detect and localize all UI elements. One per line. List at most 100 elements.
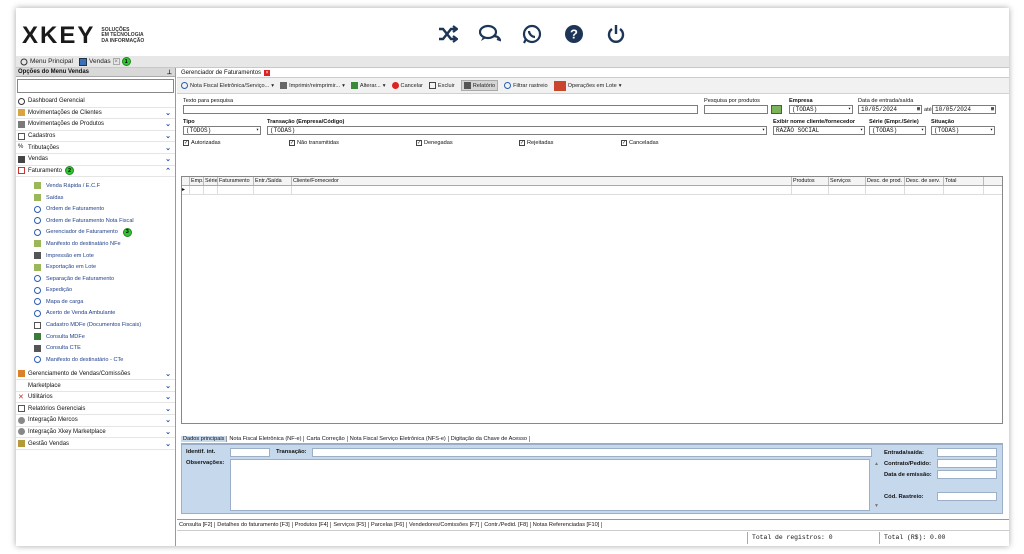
sidebar-item-gerenciador-faturamento[interactable]: Gerenciador de Faturamento 3: [16, 227, 175, 239]
sidebar-item-saidas[interactable]: Saídas: [16, 192, 175, 204]
tab-carta-correcao[interactable]: Carta Correção: [304, 435, 348, 442]
operacoes-lote-button[interactable]: Operações em Lote ▾: [553, 80, 622, 91]
tab-gerenciador-faturamentos[interactable]: Gerenciador de Faturamentos ×: [177, 68, 1009, 78]
nf-eletronica-button[interactable]: Nota Fiscal Eletrônica/Serviço... ▾: [181, 82, 274, 89]
tab-servicos[interactable]: Serviços [F5]: [331, 521, 369, 528]
sidebar-group-dashboard[interactable]: Dashboard Gerencial: [16, 96, 175, 108]
search-icon: [34, 309, 41, 317]
col-produtos[interactable]: Produtos: [792, 177, 829, 185]
sidebar-item-venda-rapida[interactable]: Venda Rápida / E.C.F: [16, 180, 175, 192]
nao-transmitidas-checkbox[interactable]: ✓ Não transmitidas: [289, 140, 339, 146]
sidebar-item-ordem-faturamento[interactable]: Ordem de Faturamento: [16, 203, 175, 215]
cancelar-button[interactable]: Cancelar: [391, 82, 423, 89]
sidebar-item-ordem-faturamento-nf[interactable]: Ordem de Faturamento Nota Fiscal: [16, 215, 175, 227]
col-desc-prod[interactable]: Desc. de prod.: [866, 177, 905, 185]
dropdown-arrow-icon: ▾: [342, 82, 345, 89]
faturamentos-grid[interactable]: Emp. Série Faturamento Entr./Saída Clien…: [181, 176, 1003, 424]
tipo-select[interactable]: (TODOS) ▾: [183, 126, 261, 135]
pesquisa-produtos-input[interactable]: [704, 105, 768, 114]
relatorio-button[interactable]: Relatório: [460, 80, 499, 91]
tab-detalhes-faturamento[interactable]: Detalhes do faturamento [F3]: [215, 521, 293, 528]
serie-select[interactable]: (TODAS) ▾: [869, 126, 926, 135]
col-desc-serv[interactable]: Desc. de serv.: [905, 177, 944, 185]
sidebar-group-tributacoes[interactable]: % Tributações ⌄: [16, 142, 175, 154]
shuffle-icon[interactable]: [436, 22, 460, 46]
col-entr-saida[interactable]: Entr./Saída: [254, 177, 292, 185]
close-icon[interactable]: ×: [112, 58, 120, 65]
data-fim-input[interactable]: 10/05/2024 ▦: [932, 105, 996, 114]
exibir-select[interactable]: RAZÃO SOCIAL ▾: [773, 126, 865, 135]
tab-vendedores[interactable]: Vendedores/Comissões [F7]: [407, 521, 483, 528]
transacao-select[interactable]: (TODAS) ▾: [267, 126, 767, 135]
calendar-icon[interactable]: ▦: [917, 106, 920, 113]
tab-parcelas[interactable]: Parcelas [F6]: [369, 521, 407, 528]
sidebar-group-clientes[interactable]: Movimentações de Clientes ⌄: [16, 108, 175, 120]
tab-nfse[interactable]: Nota Fiscal Serviço Eletrônica (NFS-e): [348, 435, 449, 442]
sidebar-item-impressao-lote[interactable]: Impressão em Lote: [16, 250, 175, 262]
help-icon[interactable]: ?: [562, 22, 586, 46]
scroll-up-icon[interactable]: ▲: [874, 461, 879, 467]
filtrar-rastreio-button[interactable]: Filtrar rastreio: [504, 82, 548, 89]
product-search-icon[interactable]: [771, 105, 782, 114]
sidebar-item-acerto-venda[interactable]: Acerto de Venda Ambulante: [16, 308, 175, 320]
col-cliente-fornecedor[interactable]: Cliente/Fornecedor: [292, 177, 792, 185]
sidebar-group-produtos[interactable]: Movimentações de Produtos ⌄: [16, 119, 175, 131]
table-row[interactable]: ▸: [182, 186, 1002, 195]
tab-nfe[interactable]: Nota Fiscal Eletrônica (NF-e): [227, 435, 305, 442]
tab-dados-principais[interactable]: Dados principais: [181, 435, 228, 442]
empresa-select[interactable]: (TODAS) ▾: [789, 105, 853, 114]
sidebar-item-manifesto-cte[interactable]: Manifesto do destinatário - CTe: [16, 354, 175, 366]
edit-icon: [350, 82, 358, 89]
sidebar-item-cadastro-mdfe[interactable]: Cadastro MDFe (Documentos Fiscais): [16, 319, 175, 331]
sidebar-group-utilitarios[interactable]: ✕ Utilitários ⌄: [16, 392, 175, 404]
sidebar-group-cadastros[interactable]: Cadastros ⌄: [16, 131, 175, 143]
tab-consulta[interactable]: Consulta [F2]: [177, 521, 216, 528]
whatsapp-icon[interactable]: [520, 22, 544, 46]
sidebar-item-consulta-mdfe[interactable]: Consulta MDFe: [16, 331, 175, 343]
canceladas-checkbox[interactable]: ✓ Canceladas: [621, 140, 659, 146]
tab-vendas[interactable]: Vendas × 1: [79, 57, 131, 66]
sidebar-group-gerenciamento[interactable]: Gerenciamento de Vendas/Comissões ⌄: [16, 369, 175, 381]
tab-notas-referenciadas[interactable]: Notas Referenciadas [F10]: [531, 521, 603, 528]
sidebar-item-manifesto-nfe[interactable]: Manifesto do destinatário NFe: [16, 238, 175, 250]
sidebar-group-faturamento[interactable]: Faturamento 2 ⌃: [16, 166, 175, 178]
col-emp[interactable]: Emp.: [190, 177, 204, 185]
sidebar-item-mapa-carga[interactable]: Mapa de carga: [16, 296, 175, 308]
chat-icon[interactable]: [478, 22, 502, 46]
power-icon[interactable]: [604, 22, 628, 46]
data-inicio-input[interactable]: 10/05/2024 ▦: [858, 105, 922, 114]
sidebar-group-vendas[interactable]: Vendas ⌄: [16, 154, 175, 166]
rejeitadas-checkbox[interactable]: ✓ Rejeitadas: [519, 140, 553, 146]
calendar-icon[interactable]: ▦: [991, 106, 994, 113]
sidebar-item-expedicao[interactable]: Expedição: [16, 285, 175, 297]
sidebar-item-separacao-faturamento[interactable]: Separação de Faturamento: [16, 273, 175, 285]
pin-icon[interactable]: ⊥: [167, 69, 172, 76]
tab-produtos[interactable]: Produtos [F4]: [293, 521, 332, 528]
close-icon[interactable]: ×: [264, 69, 271, 76]
sidebar-item-consulta-cte[interactable]: Consulta CTE: [16, 342, 175, 354]
sidebar-group-marketplace[interactable]: Marketplace ⌄: [16, 380, 175, 392]
col-faturamento[interactable]: Faturamento: [218, 177, 254, 185]
denegadas-checkbox[interactable]: ✓ Denegadas: [416, 140, 453, 146]
imprimir-button[interactable]: Imprimir/reimprimir... ▾: [280, 82, 345, 89]
col-total[interactable]: Total: [944, 177, 984, 185]
excluir-button[interactable]: Excluir: [428, 82, 455, 89]
col-servicos[interactable]: Serviços: [829, 177, 866, 185]
tab-chave-acesso[interactable]: Digitação da Chave de Acesso: [449, 435, 530, 442]
tab-contr-pedid[interactable]: Contr./Pedid. [F8]: [482, 521, 531, 528]
scroll-down-icon[interactable]: ▼: [874, 503, 879, 509]
sidebar-group-mercos[interactable]: Integração Mercos ⌄: [16, 415, 175, 427]
sidebar-search-input[interactable]: [17, 79, 174, 93]
sidebar-group-xkey-marketplace[interactable]: Integração Xkey Marketplace ⌄: [16, 427, 175, 439]
autorizadas-checkbox[interactable]: ✓ Autorizadas: [183, 140, 221, 146]
texto-pesquisa-input[interactable]: [183, 105, 698, 114]
sidebar-group-relatorios[interactable]: Relatórios Gerenciais ⌄: [16, 403, 175, 416]
situacao-select[interactable]: (TODAS) ▾: [931, 126, 995, 135]
sidebar-group-gestao-vendas[interactable]: Gestão Vendas ⌄: [16, 438, 175, 450]
col-serie[interactable]: Série: [204, 177, 218, 185]
sidebar-item-exportacao-lote[interactable]: Exportação em Lote: [16, 261, 175, 273]
tab-menu-principal[interactable]: Menu Principal: [20, 58, 73, 66]
alterar-button[interactable]: Alterar... ▾: [350, 82, 386, 89]
percent-icon: %: [18, 144, 24, 151]
checkbox-box: ✓: [621, 140, 627, 146]
